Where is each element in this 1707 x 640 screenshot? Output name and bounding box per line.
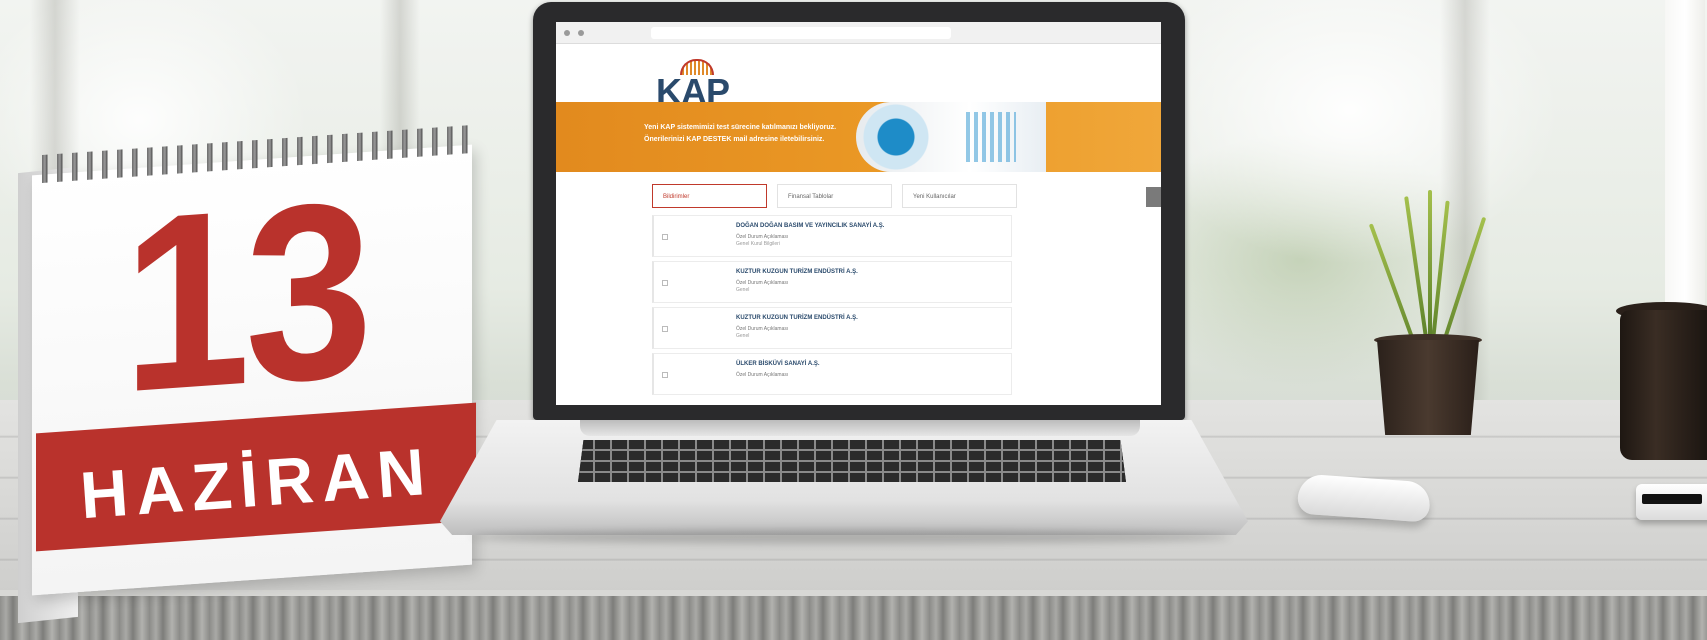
address-bar (651, 27, 951, 39)
row-subtitle: Özel Durum Açıklaması (736, 234, 789, 240)
row-detail: Genel (736, 287, 750, 293)
row-detail: Genel Kurul Bilgileri (736, 241, 780, 247)
row-detail: Genel (736, 333, 750, 339)
plant-leaf (1428, 190, 1432, 340)
browser-dot-icon (564, 30, 570, 36)
smartphone (1636, 484, 1707, 520)
checkbox-icon (662, 280, 668, 286)
checkbox-icon (662, 234, 668, 240)
banner-line-1: Yeni KAP sistemimizi test sürecine katıl… (644, 124, 837, 131)
desk-calendar: 13 HAZİRAN (12, 124, 492, 624)
tab-bildirimler: Bildirimler (652, 184, 767, 208)
photo-scene: 13 HAZİRAN KAP Yeni KAP sistemimizi test… (0, 0, 1707, 640)
row-title: ÜLKER BİSKÜVİ SANAYİ A.Ş. (736, 361, 820, 367)
laptop-screen: KAP Yeni KAP sistemimizi test sürecine k… (556, 22, 1161, 405)
list-item: ÜLKER BİSKÜVİ SANAYİ A.Ş. Özel Durum Açı… (652, 353, 1012, 395)
row-subtitle: Özel Durum Açıklaması (736, 280, 789, 286)
calendar-day: 13 (122, 148, 368, 445)
tab-finansal-tablolar: Finansal Tablolar (777, 184, 892, 208)
browser-toolbar (556, 22, 1161, 44)
laptop-shadow (470, 530, 1230, 544)
banner-line-2: Önerilerinizi KAP DESTEK mail adresine i… (644, 136, 825, 143)
row-subtitle: Özel Durum Açıklaması (736, 326, 789, 332)
laptop-keyboard (578, 440, 1126, 482)
laptop-hinge (580, 420, 1140, 436)
plant-pot (1377, 340, 1479, 435)
tab-bar: Bildirimler Finansal Tablolar Yeni Kulla… (652, 184, 1017, 208)
tab-yeni-kullanicilar: Yeni Kullanıcılar (902, 184, 1017, 208)
checkbox-icon (662, 372, 668, 378)
banner-photo (856, 102, 1046, 172)
list-item: DOĞAN DOĞAN BASIM VE YAYINCILIK SANAYİ A… (652, 215, 1012, 257)
checkbox-icon (662, 326, 668, 332)
list-item: KUZTUR KUZGUN TURİZM ENDÜSTRİ A.Ş. Özel … (652, 261, 1012, 303)
table-edge (0, 590, 1707, 640)
browser-dot-icon (578, 30, 584, 36)
coffee-mug (1620, 310, 1707, 460)
list-item: KUZTUR KUZGUN TURİZM ENDÜSTRİ A.Ş. Özel … (652, 307, 1012, 349)
side-menu-button (1146, 187, 1161, 207)
row-title: KUZTUR KUZGUN TURİZM ENDÜSTRİ A.Ş. (736, 269, 858, 275)
row-subtitle: Özel Durum Açıklaması (736, 372, 789, 378)
row-title: DOĞAN DOĞAN BASIM VE YAYINCILIK SANAYİ A… (736, 223, 885, 229)
notification-list: DOĞAN DOĞAN BASIM VE YAYINCILIK SANAYİ A… (652, 215, 1012, 399)
row-title: KUZTUR KUZGUN TURİZM ENDÜSTRİ A.Ş. (736, 315, 858, 321)
